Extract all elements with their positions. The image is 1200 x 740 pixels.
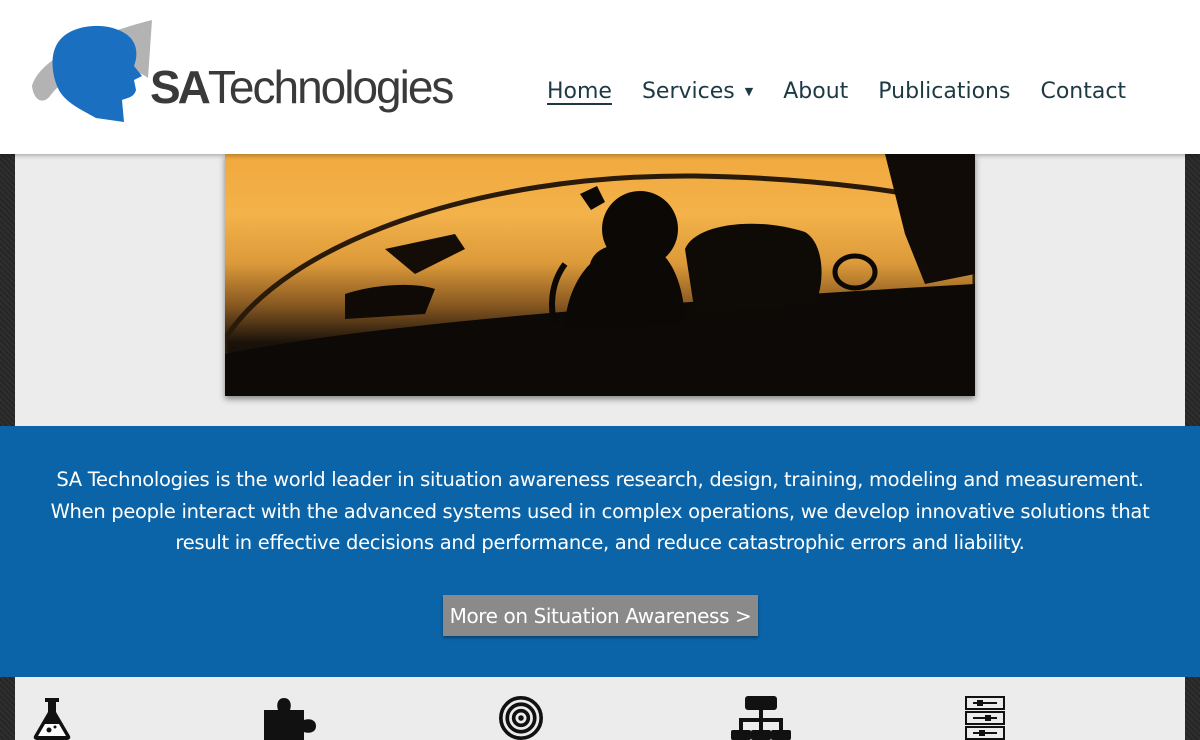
logo-technologies: Technologies [207,61,455,113]
hero-image [225,154,975,396]
nav-publications[interactable]: Publications [878,79,1010,104]
main-nav: Home Services ▼ About Publications Conta… [547,74,1126,108]
nav-services-label: Services [641,78,735,104]
nav-home[interactable]: Home [547,79,612,104]
logo-head-icon [32,20,152,122]
site-header: SATechnologies Home Services ▼ About Pub… [0,0,1200,154]
cockpit-silhouette-image [225,154,975,396]
company-logo[interactable]: SATechnologies [30,18,455,128]
nav-about[interactable]: About [783,79,848,104]
sitemap-icon[interactable] [731,696,791,740]
server-rack-icon[interactable] [965,696,1005,740]
target-icon[interactable] [497,696,545,740]
caret-down-icon: ▼ [744,84,754,98]
nav-contact[interactable]: Contact [1040,79,1126,104]
logo-sa: SA [150,61,211,113]
nav-services[interactable]: Services ▼ [642,79,753,104]
intro-text: SA Technologies is the world leader in s… [50,468,1150,554]
services-panel [15,677,1185,740]
flask-icon[interactable] [30,696,74,740]
logo-wordmark: SATechnologies [150,60,455,114]
situation-awareness-button[interactable]: More on Situation Awareness > [443,595,758,636]
puzzle-piece-icon[interactable] [264,696,320,740]
